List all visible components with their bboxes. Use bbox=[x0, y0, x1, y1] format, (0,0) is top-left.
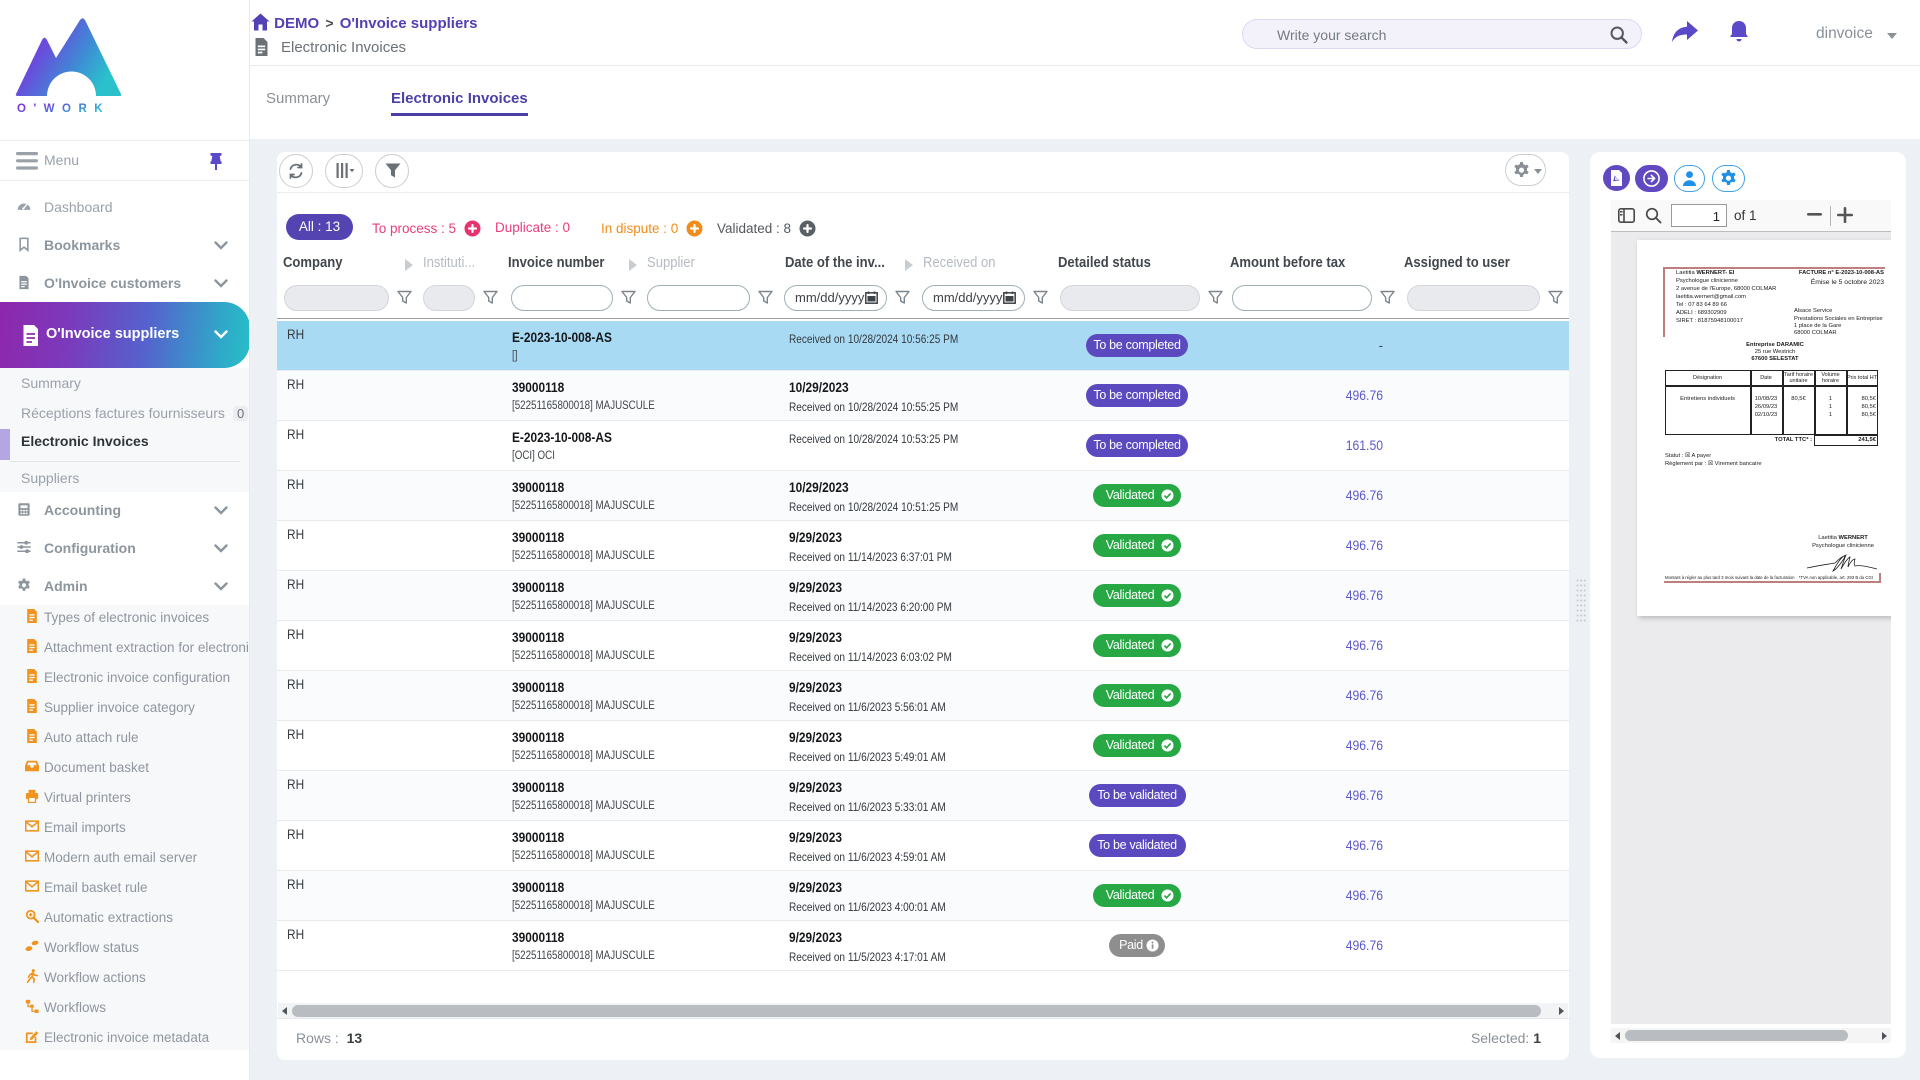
svg-text:O'WORK: O'WORK bbox=[17, 103, 110, 115]
